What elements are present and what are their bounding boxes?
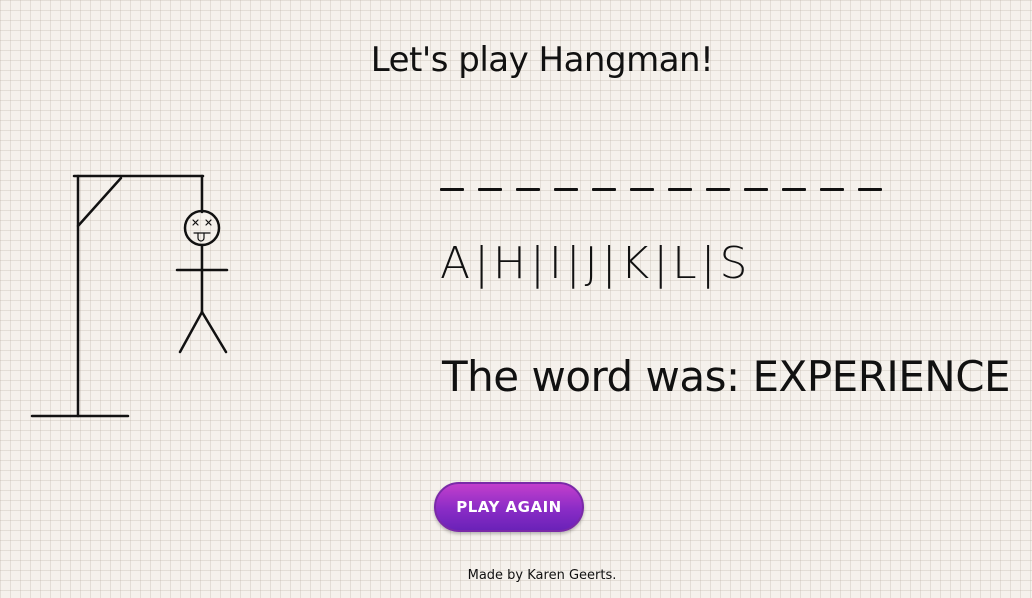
hangman-left-leg [178, 310, 204, 354]
hangman-drawing [30, 174, 229, 418]
guessed-letters: A|H|I|J|K|L|S [440, 238, 752, 289]
letter-blank [820, 188, 844, 191]
letter-blank [744, 188, 768, 191]
letter-blank [554, 188, 578, 191]
word-blanks [440, 178, 882, 191]
letter-blank [858, 188, 882, 191]
gallows-brace [76, 176, 123, 228]
letter-blank [592, 188, 616, 191]
hangman-head [183, 209, 221, 247]
letter-blank [782, 188, 806, 191]
letter-blank [668, 188, 692, 191]
hangman-right-leg [200, 310, 228, 354]
page-title: Let's play Hangman! [370, 40, 714, 80]
footer-credit: Made by Karen Geerts. [467, 568, 617, 583]
letter-blank [630, 188, 654, 191]
letter-blank [440, 188, 464, 191]
dead-face [192, 219, 212, 242]
letter-blank [706, 188, 730, 191]
letter-blank [516, 188, 540, 191]
letter-blank [478, 188, 502, 191]
play-again-button[interactable]: PLAY AGAIN [434, 482, 584, 532]
word-reveal: The word was: EXPERIENCE [442, 352, 1011, 401]
